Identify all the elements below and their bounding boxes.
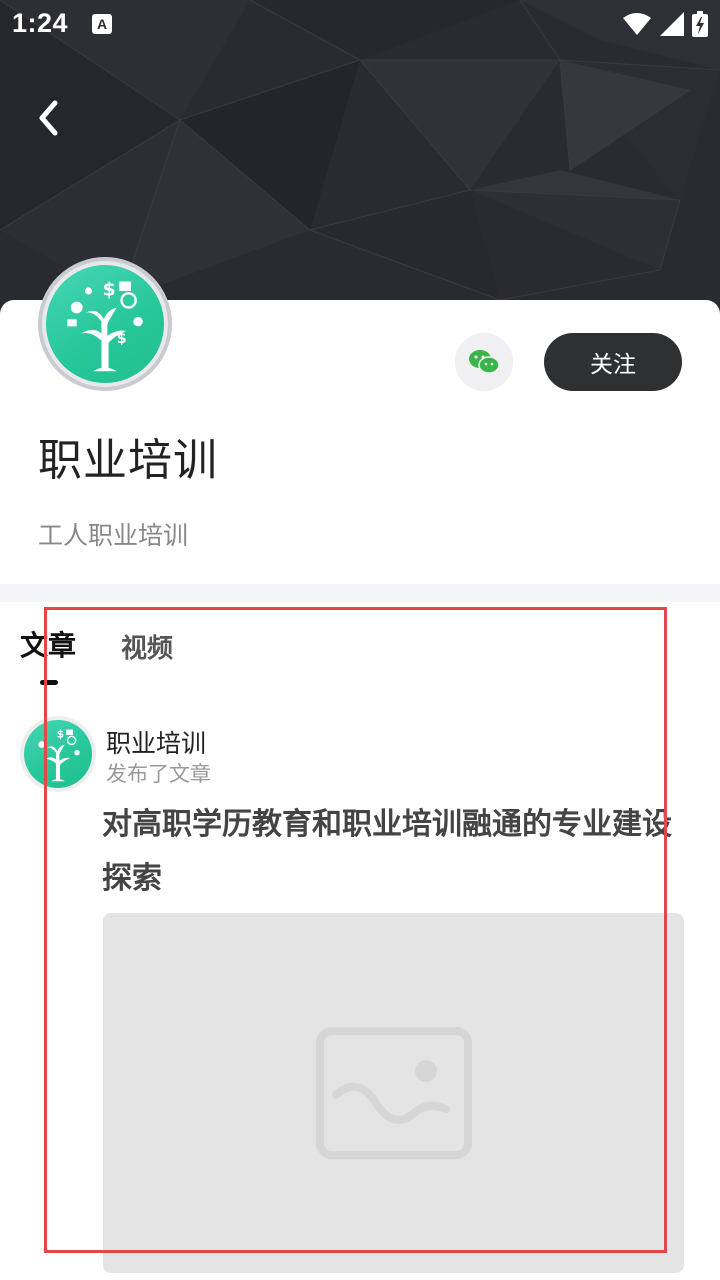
wechat-icon: [469, 350, 500, 374]
tab-videos[interactable]: 视频: [121, 628, 173, 665]
post-action-text: 发布了文章: [106, 762, 211, 786]
image-placeholder-icon: [315, 1027, 472, 1159]
svg-text:$: $: [57, 728, 65, 741]
wechat-share-button[interactable]: [455, 333, 513, 391]
profile-name: 职业培训: [38, 435, 218, 486]
status-time: 1:24: [12, 8, 69, 38]
notification-a-icon: A: [92, 14, 112, 34]
svg-text:$: $: [103, 279, 116, 301]
chevron-left-icon: [39, 100, 58, 136]
profile-avatar: $ $: [38, 257, 172, 391]
post-title[interactable]: 对高职学历教育和职业培训融通的专业建设探索: [102, 798, 682, 906]
post-image[interactable]: [103, 913, 684, 1273]
status-bar: 1:24 A: [0, 0, 720, 48]
post-author-avatar[interactable]: $: [20, 716, 96, 792]
signal-icon: [660, 12, 684, 36]
status-icons: [622, 10, 708, 38]
wifi-icon: [623, 13, 651, 35]
back-button[interactable]: [22, 92, 74, 144]
active-tab-indicator: [40, 680, 58, 685]
follow-button[interactable]: 关注: [544, 333, 682, 391]
tree-logo-icon: $ $: [67, 279, 143, 372]
tree-logo-icon: $: [38, 728, 80, 782]
profile-description: 工人职业培训: [38, 521, 189, 550]
battery-charging-icon: [692, 11, 708, 37]
svg-text:$: $: [117, 331, 127, 347]
post-author-name: 职业培训: [106, 729, 207, 758]
section-divider: [0, 584, 720, 602]
tab-articles[interactable]: 文章: [20, 624, 76, 664]
